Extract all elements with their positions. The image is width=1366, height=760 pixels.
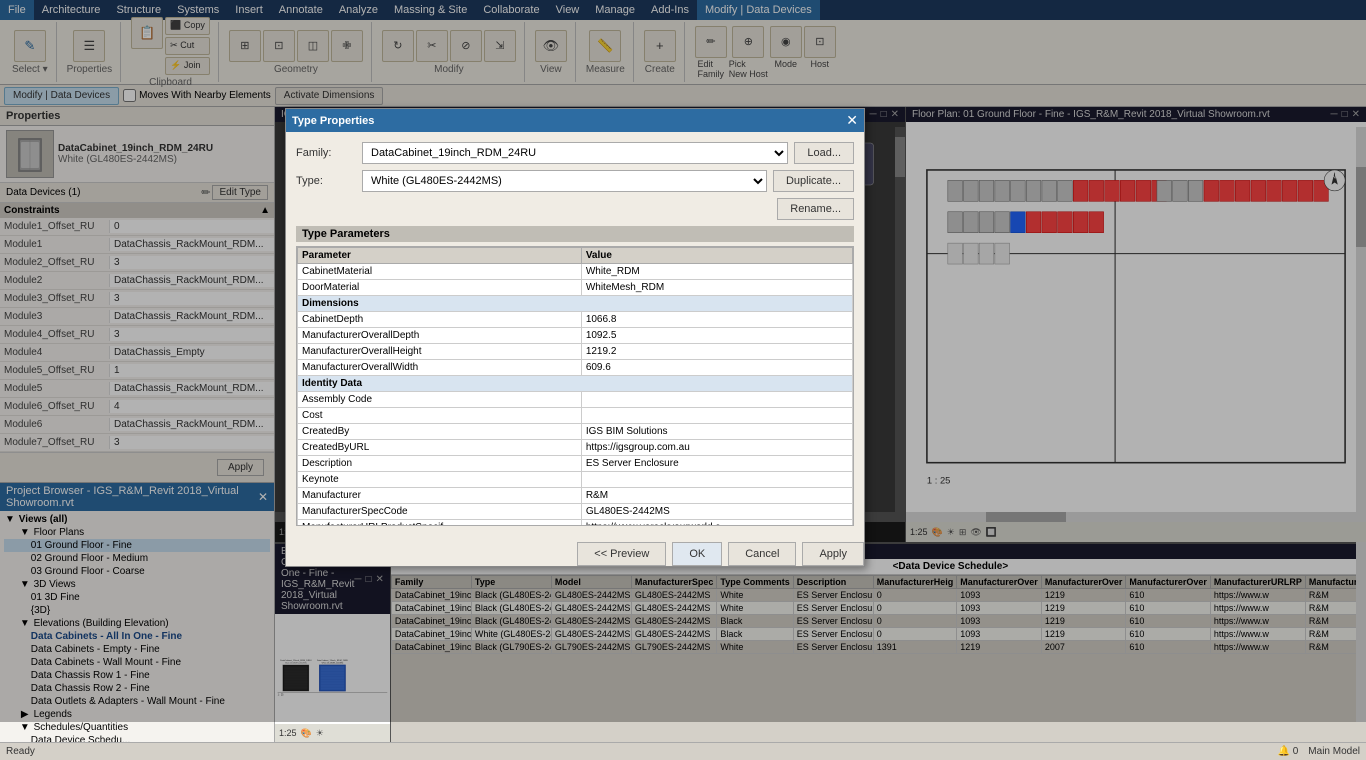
modal-param-row[interactable]: DoorMaterialWhiteMesh_RDM	[298, 280, 853, 296]
modal-param-value[interactable]: White_RDM	[581, 264, 852, 280]
modal-footer: << Preview OK Cancel Apply	[286, 536, 864, 566]
modal-param-name: Description	[298, 456, 582, 472]
elevation-view-controls: 1:25 🎨 ☀	[275, 724, 390, 742]
modal-param-value[interactable]: GL480ES-2442MS	[581, 504, 852, 520]
modal-param-value[interactable]: 1066.8	[581, 312, 852, 328]
elev-scale-label: 1:25	[279, 728, 297, 738]
elev-vc-btn1[interactable]: 🎨	[301, 728, 312, 739]
modal-param-row[interactable]: Dimensions	[298, 296, 853, 312]
modal-param-name: ManufacturerURLProductSpecif	[298, 520, 582, 527]
modal-param-name: ManufacturerOverallWidth	[298, 360, 582, 376]
modal-params-header-row: Parameter Value	[298, 248, 853, 264]
schedules-expand-icon: ▼	[19, 722, 31, 733]
modal-type-label: Type:	[296, 175, 356, 187]
modal-type-select[interactable]: White (GL480ES-2442MS)	[362, 170, 767, 192]
modal-param-name: CabinetMaterial	[298, 264, 582, 280]
modal-param-row[interactable]: Cost	[298, 408, 853, 424]
modal-param-value[interactable]	[581, 472, 852, 488]
modal-param-value[interactable]: ES Server Enclosure	[581, 456, 852, 472]
status-ready: Ready	[6, 746, 35, 757]
modal-param-name: Manufacturer	[298, 488, 582, 504]
modal-param-value[interactable]: 1219.2	[581, 344, 852, 360]
modal-duplicate-btn[interactable]: Duplicate...	[773, 170, 854, 192]
modal-param-value[interactable]: IGS BIM Solutions	[581, 424, 852, 440]
modal-rename-btn[interactable]: Rename...	[777, 198, 854, 220]
modal-titlebar: Type Properties ✕	[286, 109, 864, 132]
modal-family-select[interactable]: DataCabinet_19inch_RDM_24RU	[362, 142, 788, 164]
modal-cancel-btn[interactable]: Cancel	[728, 542, 796, 566]
modal-param-name: Keynote	[298, 472, 582, 488]
modal-apply-btn[interactable]: Apply	[802, 542, 864, 566]
status-bar: Ready 🔔 0 Main Model	[0, 742, 1366, 760]
modal-param-section-name: Identity Data	[298, 376, 853, 392]
modal-param-row[interactable]: CreatedByIGS BIM Solutions	[298, 424, 853, 440]
elev-vc-btn2[interactable]: ☀	[316, 728, 324, 739]
modal-param-row[interactable]: DescriptionES Server Enclosure	[298, 456, 853, 472]
modal-param-row[interactable]: ManufacturerR&M	[298, 488, 853, 504]
modal-param-value[interactable]: WhiteMesh_RDM	[581, 280, 852, 296]
browser-schedules[interactable]: ▼ Schedules/Quantities	[4, 721, 270, 734]
modal-param-row[interactable]: ManufacturerSpecCodeGL480ES-2442MS	[298, 504, 853, 520]
modal-param-name: Cost	[298, 408, 582, 424]
schedule-item-label: Data Device Schedu...	[31, 735, 131, 742]
modal-params-table: Parameter Value CabinetMaterialWhite_RDM…	[297, 247, 853, 526]
modal-rename-row: Rename...	[296, 198, 854, 220]
schedules-label: Schedules/Quantities	[34, 722, 129, 733]
modal-param-name: ManufacturerOverallDepth	[298, 328, 582, 344]
modal-param-row[interactable]: CabinetDepth1066.8	[298, 312, 853, 328]
modal-ok-btn[interactable]: OK	[672, 542, 722, 566]
modal-param-name: Assembly Code	[298, 392, 582, 408]
modal-type-params-label: Type Parameters	[302, 228, 390, 240]
modal-param-row[interactable]: Keynote	[298, 472, 853, 488]
status-model: Main Model	[1308, 746, 1360, 757]
modal-load-btn[interactable]: Load...	[794, 142, 854, 164]
modal-param-value[interactable]: 1092.5	[581, 328, 852, 344]
modal-param-value[interactable]: https://igsgroup.com.au	[581, 440, 852, 456]
modal-overlay[interactable]: Type Properties ✕ Family: DataCabinet_19…	[0, 0, 1366, 722]
modal-param-name: ManufacturerOverallHeight	[298, 344, 582, 360]
modal-param-name: CreatedBy	[298, 424, 582, 440]
modal-type-params-header: Type Parameters	[296, 226, 854, 242]
modal-preview-btn[interactable]: << Preview	[577, 542, 666, 566]
status-notification: 🔔 0	[1278, 746, 1299, 757]
modal-family-row: Family: DataCabinet_19inch_RDM_24RU Load…	[296, 142, 854, 164]
modal-col-value: Value	[581, 248, 852, 264]
modal-family-label: Family:	[296, 147, 356, 159]
modal-col-parameter: Parameter	[298, 248, 582, 264]
modal-close-btn[interactable]: ✕	[846, 112, 858, 129]
modal-param-value[interactable]: 609.6	[581, 360, 852, 376]
modal-param-name: CabinetDepth	[298, 312, 582, 328]
modal-title: Type Properties	[292, 115, 374, 127]
modal-param-value[interactable]	[581, 408, 852, 424]
modal-param-section-name: Dimensions	[298, 296, 853, 312]
modal-param-value[interactable]: R&M	[581, 488, 852, 504]
modal-param-row[interactable]: ManufacturerOverallDepth1092.5	[298, 328, 853, 344]
modal-param-row[interactable]: CreatedByURLhttps://igsgroup.com.au	[298, 440, 853, 456]
modal-params-scroll[interactable]: Parameter Value CabinetMaterialWhite_RDM…	[296, 246, 854, 526]
modal-params-body: CabinetMaterialWhite_RDMDoorMaterialWhit…	[298, 264, 853, 527]
modal-param-name: ManufacturerSpecCode	[298, 504, 582, 520]
modal-param-row[interactable]: Identity Data	[298, 376, 853, 392]
modal-param-row[interactable]: Assembly Code	[298, 392, 853, 408]
modal-param-row[interactable]: CabinetMaterialWhite_RDM	[298, 264, 853, 280]
status-right: 🔔 0 Main Model	[1278, 746, 1361, 757]
modal-body: Family: DataCabinet_19inch_RDM_24RU Load…	[286, 132, 864, 536]
browser-schedule-item[interactable]: Data Device Schedu...	[4, 734, 270, 742]
modal-param-name: CreatedByURL	[298, 440, 582, 456]
type-properties-modal: Type Properties ✕ Family: DataCabinet_19…	[285, 108, 865, 567]
modal-param-row[interactable]: ManufacturerOverallHeight1219.2	[298, 344, 853, 360]
modal-param-name: DoorMaterial	[298, 280, 582, 296]
modal-param-value[interactable]	[581, 392, 852, 408]
modal-param-row[interactable]: ManufacturerURLProductSpecifhttps://www.…	[298, 520, 853, 527]
modal-param-row[interactable]: ManufacturerOverallWidth609.6	[298, 360, 853, 376]
modal-param-value[interactable]: https://www.verackyourworld.c	[581, 520, 852, 527]
modal-type-row: Type: White (GL480ES-2442MS) Duplicate..…	[296, 170, 854, 192]
